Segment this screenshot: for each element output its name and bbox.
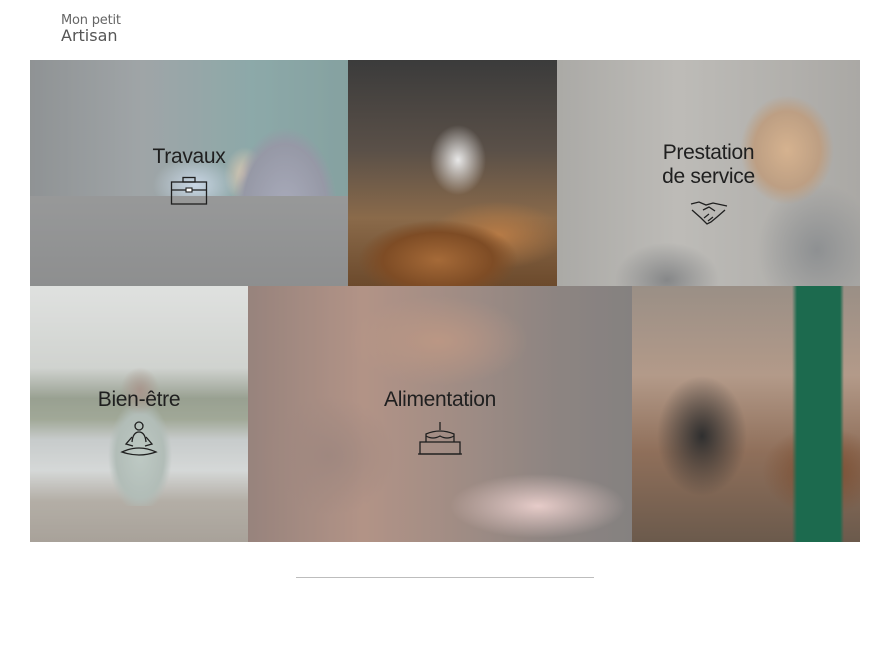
tile-label: Travaux <box>152 145 226 168</box>
meditation-icon <box>120 421 158 456</box>
tile-photo <box>632 286 860 542</box>
tile-label: Alimentation <box>384 388 496 411</box>
category-tile-bien-etre[interactable]: Bien-être <box>30 286 248 542</box>
cake-icon <box>418 422 462 455</box>
tile-photo <box>348 60 557 286</box>
section-divider <box>296 577 594 578</box>
tile-label-line-2: de service <box>662 164 755 188</box>
logo-line-2: Artisan <box>61 26 118 45</box>
category-tile-prestation-de-service[interactable]: Prestation de service <box>557 60 860 286</box>
handshake-icon <box>690 201 727 225</box>
category-tile-marche[interactable] <box>632 286 860 542</box>
category-tile-alimentation[interactable]: Alimentation <box>248 286 632 542</box>
tile-overlay <box>30 60 348 286</box>
tile-label: Bien-être <box>97 388 181 411</box>
tile-label: Prestation de service <box>557 141 860 188</box>
tile-overlay <box>30 286 248 542</box>
category-tile-travaux[interactable]: Travaux <box>30 60 348 286</box>
category-tile-boulangerie[interactable] <box>348 60 557 286</box>
tile-overlay <box>248 286 632 542</box>
tile-label-line-1: Prestation <box>662 141 755 164</box>
site-logo[interactable]: Mon petit Artisan <box>61 14 121 44</box>
toolbox-icon <box>170 176 208 205</box>
